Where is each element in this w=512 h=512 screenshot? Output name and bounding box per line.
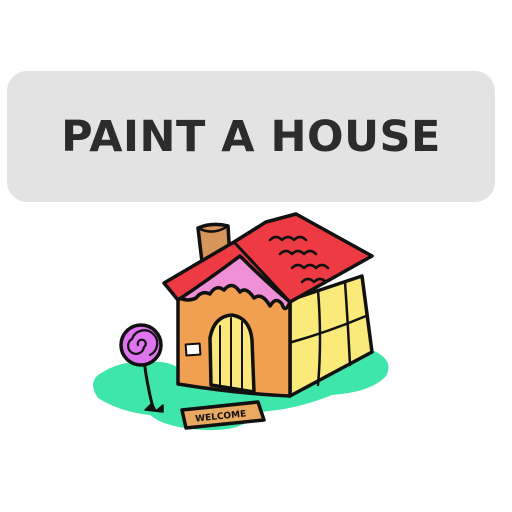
lollipop-icon [119, 323, 163, 367]
front-window [184, 342, 202, 357]
game-screen: PAINT A HOUSE WELCOME [0, 0, 512, 512]
house-illustration[interactable]: WELCOME [0, 0, 512, 512]
